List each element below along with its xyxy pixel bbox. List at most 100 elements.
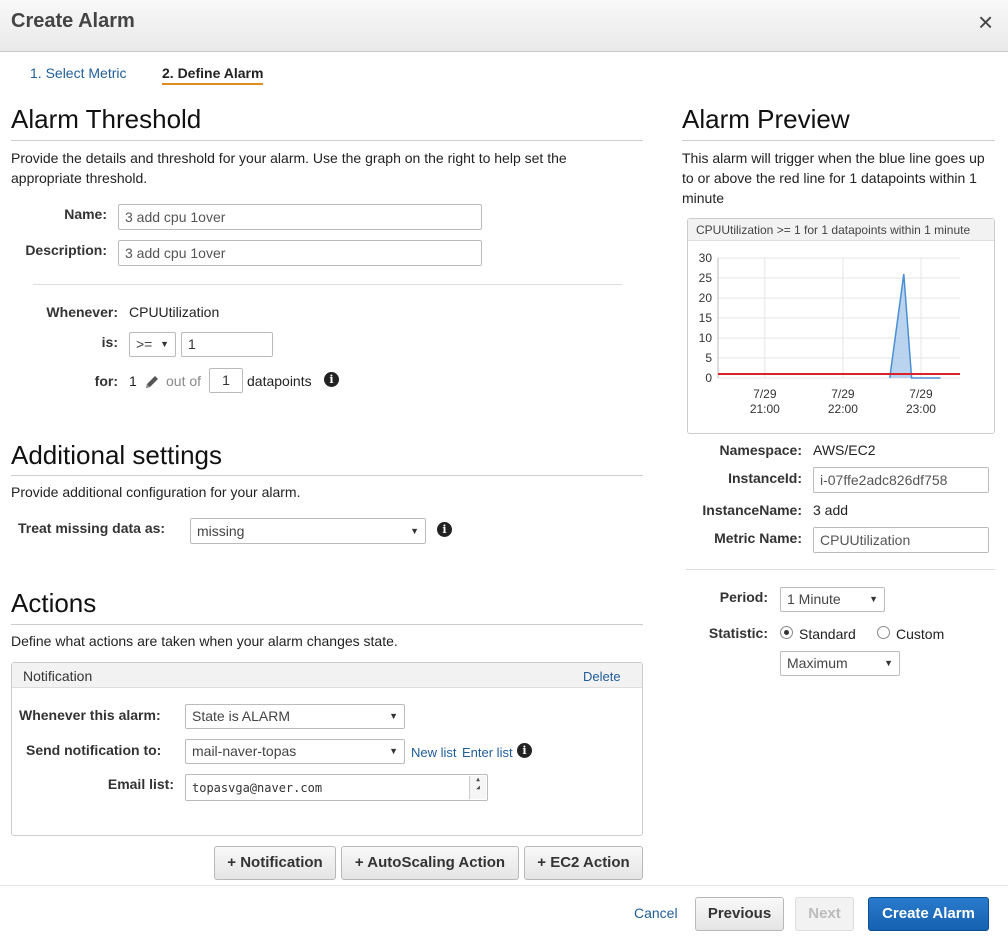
add-notification-button[interactable]: + Notification xyxy=(214,846,336,880)
additional-settings-heading: Additional settings xyxy=(11,440,223,470)
y-tick-label: 5 xyxy=(705,351,712,365)
instanceid-label: InstanceId: xyxy=(728,470,802,486)
add-ec2-action-button[interactable]: + EC2 Action xyxy=(524,846,643,880)
x-tick-label: 22:00 xyxy=(828,402,858,416)
metric-name-text: CPUUtilization xyxy=(129,304,220,320)
step-select-metric[interactable]: 1. Select Metric xyxy=(30,65,126,81)
divider xyxy=(686,569,995,570)
datapoints-input[interactable]: 1 xyxy=(209,368,243,393)
period-select[interactable]: 1 Minute ▼ xyxy=(780,587,885,612)
close-icon[interactable]: × xyxy=(978,8,993,36)
instancename-value: 3 add xyxy=(813,502,849,518)
description-input[interactable]: 3 add cpu 1over xyxy=(118,240,482,266)
email-list-label: Email list: xyxy=(107,776,174,792)
cancel-link[interactable]: Cancel xyxy=(634,905,678,921)
standard-radio[interactable] xyxy=(780,626,793,639)
treat-missing-value: missing xyxy=(197,523,245,539)
metric-name-label: Metric Name: xyxy=(714,530,802,546)
instanceid-input[interactable]: i-07ffe2adc826df758 xyxy=(813,467,989,493)
resize-handle-icon[interactable]: ▲ ◢ xyxy=(469,776,486,799)
divider xyxy=(682,140,995,141)
new-list-link[interactable]: New list xyxy=(411,745,457,760)
instancename-label: InstanceName: xyxy=(702,502,802,518)
previous-button[interactable]: Previous xyxy=(695,897,784,931)
enter-list-link[interactable]: Enter list xyxy=(462,745,513,760)
preview-chart: CPUUtilization >= 1 for 1 datapoints wit… xyxy=(687,218,995,434)
namespace-value: AWS/EC2 xyxy=(813,442,876,458)
y-tick-label: 25 xyxy=(699,271,713,285)
statistic-label: Statistic: xyxy=(708,625,768,641)
send-notification-label: Send notification to: xyxy=(26,742,162,758)
dialog-header: Create Alarm × xyxy=(0,0,1008,52)
alarm-state-select[interactable]: State is ALARM ▼ xyxy=(185,704,405,729)
dialog-title: Create Alarm xyxy=(11,10,135,32)
step-define-alarm[interactable]: 2. Define Alarm xyxy=(162,65,264,85)
standard-radio-label: Standard xyxy=(799,626,856,642)
period-value: 1 Minute xyxy=(787,591,841,607)
x-tick-label: 7/29 xyxy=(753,387,777,401)
alarm-threshold-heading: Alarm Threshold xyxy=(11,104,202,134)
is-label: is: xyxy=(101,334,118,350)
divider xyxy=(11,624,643,625)
divider xyxy=(11,140,643,141)
add-autoscaling-button[interactable]: + AutoScaling Action xyxy=(341,846,519,880)
caret-down-icon: ▼ xyxy=(160,339,169,349)
name-label: Name: xyxy=(64,206,107,222)
topic-select[interactable]: mail-naver-topas ▼ xyxy=(185,739,405,764)
notification-panel-title: Notification xyxy=(23,668,93,684)
statistic-select[interactable]: Maximum ▼ xyxy=(780,651,900,676)
for-label: for: xyxy=(94,373,118,389)
actions-heading: Actions xyxy=(11,588,97,618)
notification-panel-header xyxy=(12,663,642,688)
info-icon[interactable]: i xyxy=(324,372,339,387)
create-alarm-button[interactable]: Create Alarm xyxy=(868,897,989,931)
operator-select[interactable]: >= ▼ xyxy=(129,332,176,357)
caret-down-icon: ▼ xyxy=(389,711,398,721)
datapoints-text: datapoints xyxy=(247,373,312,389)
custom-radio-label: Custom xyxy=(896,626,945,642)
info-icon[interactable]: i xyxy=(517,743,532,758)
chart-plot: 0510152025307/2921:007/2922:007/2923:00 xyxy=(699,251,960,416)
actions-description: Define what actions are taken when your … xyxy=(11,633,398,649)
divider xyxy=(11,475,643,476)
email-list-value: topasvga@naver.com xyxy=(192,781,323,795)
metric-name-input[interactable]: CPUUtilization xyxy=(813,527,989,553)
y-tick-label: 15 xyxy=(699,311,713,325)
whenever-label: Whenever: xyxy=(46,304,118,320)
alarm-preview-heading: Alarm Preview xyxy=(682,104,850,134)
chart-title: CPUUtilization >= 1 for 1 datapoints wit… xyxy=(688,219,994,241)
caret-down-icon: ▼ xyxy=(869,594,878,604)
y-tick-label: 10 xyxy=(699,331,713,345)
whenever-alarm-label: Whenever this alarm: xyxy=(19,707,161,723)
topic-value: mail-naver-topas xyxy=(192,743,297,759)
for-value: 1 xyxy=(129,373,137,389)
x-tick-label: 23:00 xyxy=(906,402,936,416)
y-tick-label: 0 xyxy=(705,371,712,385)
divider xyxy=(33,284,622,285)
pencil-icon[interactable] xyxy=(144,374,160,390)
y-tick-label: 20 xyxy=(699,291,713,305)
x-tick-label: 7/29 xyxy=(909,387,933,401)
statistic-value: Maximum xyxy=(787,655,848,671)
next-button[interactable]: Next xyxy=(795,897,854,931)
treat-missing-label: Treat missing data as: xyxy=(18,520,166,536)
footer-divider xyxy=(0,885,1008,886)
alarm-state-value: State is ALARM xyxy=(192,708,291,724)
y-tick-label: 30 xyxy=(699,251,713,265)
name-input[interactable]: 3 add cpu 1over xyxy=(118,204,482,230)
caret-down-icon: ▼ xyxy=(884,658,893,668)
delete-link[interactable]: Delete xyxy=(583,669,621,684)
preview-description: This alarm will trigger when the blue li… xyxy=(682,150,985,206)
description-label: Description: xyxy=(25,242,107,258)
treat-missing-select[interactable]: missing ▼ xyxy=(190,518,426,544)
info-icon[interactable]: i xyxy=(437,522,452,537)
custom-radio[interactable] xyxy=(877,626,890,639)
threshold-description: Provide the details and threshold for yo… xyxy=(11,150,567,186)
namespace-label: Namespace: xyxy=(719,442,803,458)
period-label: Period: xyxy=(719,589,768,605)
threshold-input[interactable]: 1 xyxy=(181,332,273,357)
caret-down-icon: ▼ xyxy=(410,526,419,536)
email-list-textarea[interactable]: topasvga@naver.com ▲ ◢ xyxy=(185,774,488,801)
additional-description: Provide additional configuration for you… xyxy=(11,484,301,500)
x-tick-label: 7/29 xyxy=(831,387,855,401)
